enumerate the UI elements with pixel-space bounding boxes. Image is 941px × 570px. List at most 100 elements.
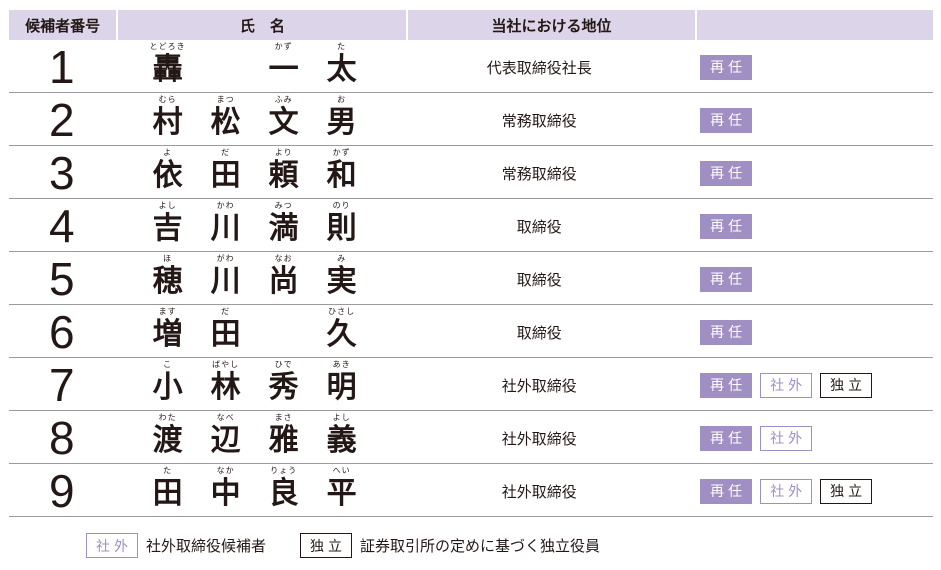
candidate-name: むら村まつ松ふみ文お男 [115,93,399,145]
name-char: だ田 [197,146,255,194]
name-ruby: こ [163,360,173,369]
candidate-number: 6 [49,306,75,358]
candidate-number: 9 [49,465,75,517]
legend-independent-badge: 独立 [300,533,353,558]
table-row: 5 ほ穂がわ川なお尚み実取締役 再任 [9,252,933,305]
name-ruby: ます [158,307,177,316]
reappoint-badge: 再任 [700,107,753,133]
name-char: ひで秀 [255,358,313,406]
candidate-badges: 再任 社外 独立 [680,464,933,516]
name-kanji: 川 [210,211,241,246]
name-kanji: 松 [210,105,241,140]
name-ruby: かず [274,42,293,51]
name-ruby: とどろき [149,42,186,51]
legend: 社外 社外取締役候補者 独立 証券取引所の定めに基づく独立役員 [86,533,600,558]
table-body: 1 とどろき轟かず一た太代表取締役社長 再任 2 むら村まつ松ふみ文お男常務取締役 再任 3… [9,40,933,517]
name-ruby: ばやし [212,360,240,369]
name-char: がわ川 [197,252,255,300]
candidate-position: 常務取締役 [501,111,577,130]
name-char: み実 [313,252,371,300]
candidate-position: 代表取締役社長 [486,58,592,77]
header-position: 当社における地位 [406,10,695,40]
name-char: なか中 [197,464,255,512]
name-kanji: 依 [152,158,183,193]
independent-officer-badge: 独立 [820,478,873,504]
header-number: 候補者番号 [9,10,117,40]
candidate-badges: 再任 社外 独立 [680,358,933,410]
name-char: だ田 [197,305,255,353]
name-kanji: 田 [152,476,183,511]
name-char: よし吉 [139,199,197,247]
name-kanji: 渡 [152,423,183,458]
name-ruby: みつ [274,201,293,210]
candidate-position: 社外取締役 [501,482,577,501]
table-header: 候補者番号 氏 名 当社における地位 [9,10,933,40]
name-kanji: 満 [268,211,299,246]
reappoint-badge: 再任 [700,425,753,451]
name-char: わた渡 [139,411,197,459]
name-ruby: なべ [216,413,235,422]
name-kanji: 田 [210,317,241,352]
name-ruby: ほ [163,254,173,263]
candidate-position: 取締役 [516,323,562,342]
name-ruby: なお [274,254,293,263]
name-char: お男 [313,93,371,141]
name-char: まつ松 [197,93,255,141]
candidate-position: 取締役 [516,270,562,289]
candidate-number: 1 [49,41,75,93]
reappoint-badge: 再任 [700,160,753,186]
name-char: こ小 [139,358,197,406]
name-ruby: のり [332,201,351,210]
candidate-position: 社外取締役 [501,376,577,395]
name-kanji: 一 [268,52,299,87]
name-kanji: 平 [326,476,357,511]
candidate-number: 2 [49,94,75,146]
name-ruby: わた [158,413,177,422]
name-kanji: 増 [152,317,183,352]
reappoint-badge: 再任 [700,54,753,80]
outside-director-badge: 社外 [760,372,813,398]
name-kanji: 明 [326,370,357,405]
name-kanji: 村 [152,105,183,140]
table-row: 6 ます増だ田ひさし久取締役 再任 [9,305,933,358]
name-ruby: よし [158,201,177,210]
candidate-badges: 再任 [680,93,933,145]
name-ruby: なか [216,466,235,475]
header-badges [694,10,933,40]
name-char: た太 [313,40,371,88]
table-row: 1 とどろき轟かず一た太代表取締役社長 再任 [9,40,933,93]
candidate-name: よし吉かわ川みつ満のり則 [115,199,399,251]
name-char: あき明 [313,358,371,406]
candidate-badges: 再任 [680,305,933,357]
name-char: かず和 [313,146,371,194]
name-kanji: 実 [326,264,357,299]
name-kanji: 吉 [152,211,183,246]
candidate-number: 7 [49,359,75,411]
name-char: よ依 [139,146,197,194]
candidate-badges: 再任 [680,146,933,198]
name-char: りょう良 [255,464,313,512]
name-ruby: ひさし [328,307,356,316]
reappoint-badge: 再任 [700,213,753,239]
name-ruby [255,305,313,317]
candidate-badges: 再任 [680,199,933,251]
name-kanji: 男 [326,105,357,140]
name-char: ばやし林 [197,358,255,406]
candidate-name: こ小ばやし林ひで秀あき明 [115,358,399,410]
candidate-position: 社外取締役 [501,429,577,448]
name-char: ます増 [139,305,197,353]
name-kanji: 田 [210,158,241,193]
legend-outside-text: 社外取締役候補者 [146,537,267,555]
name-kanji: 穂 [152,264,183,299]
name-char: みつ満 [255,199,313,247]
legend-independent-text: 証券取引所の定めに基づく独立役員 [360,537,601,555]
name-char: へい平 [313,464,371,512]
name-ruby: へい [332,466,351,475]
header-name: 氏 名 [116,10,407,40]
name-char: より頼 [255,146,313,194]
name-ruby: よ [163,148,173,157]
name-kanji: 林 [210,370,241,405]
candidate-name: わた渡なべ辺まさ雅よし義 [115,411,399,463]
name-char: のり則 [313,199,371,247]
name-ruby: りょう [270,466,298,475]
